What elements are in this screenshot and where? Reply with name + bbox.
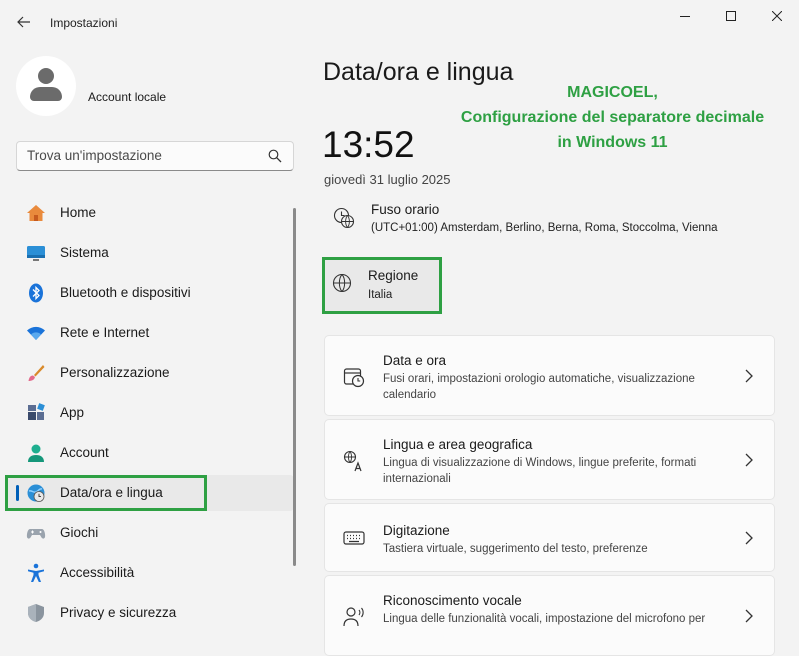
chevron-right-icon <box>745 531 753 545</box>
sidebar-item-label: Home <box>60 205 97 220</box>
chevron-right-icon <box>745 369 753 383</box>
card-description: Tastiera virtuale, suggerimento del test… <box>383 543 648 555</box>
shield-icon <box>28 604 44 622</box>
card-title: Riconoscimento vocale <box>383 593 522 608</box>
close-icon <box>772 11 782 21</box>
sidebar-item-label: Sistema <box>60 245 109 260</box>
avatar-body <box>30 87 62 101</box>
minimize-icon <box>680 16 690 17</box>
back-button[interactable] <box>14 12 34 32</box>
annotation-line-1: MAGICOEL, <box>567 84 658 101</box>
annotation-overlay: MAGICOEL, Configurazione del separatore … <box>440 80 785 155</box>
timezone-value: (UTC+01:00) Amsterdam, Berlino, Berna, R… <box>371 222 718 234</box>
sidebar-item-personalization[interactable]: Personalizzazione <box>6 355 294 391</box>
sidebar-item-label: Bluetooth e dispositivi <box>60 285 191 300</box>
chevron-right-icon <box>745 609 753 623</box>
card-title: Lingua e area geografica <box>383 437 533 452</box>
sidebar-scrollbar[interactable] <box>293 208 296 566</box>
avatar-head <box>38 68 54 84</box>
language-icon <box>343 450 362 472</box>
search-input[interactable] <box>27 148 257 163</box>
card-title: Digitazione <box>383 523 450 538</box>
speech-icon <box>343 607 364 627</box>
timezone-title: Fuso orario <box>371 202 440 217</box>
card-description: Lingua di visualizzazione di Windows, li… <box>383 457 697 485</box>
sidebar-item-apps[interactable]: App <box>6 395 294 431</box>
sidebar-item-bluetooth[interactable]: Bluetooth e dispositivi <box>6 275 294 311</box>
card-typing[interactable]: Digitazione Tastiera virtuale, suggerime… <box>324 503 775 572</box>
sidebar-item-label: Rete e Internet <box>60 325 150 340</box>
card-language-region[interactable]: Lingua e area geografica Lingua di visua… <box>324 419 775 500</box>
timezone-icon <box>333 207 355 229</box>
sidebar-item-label: Giochi <box>60 525 99 540</box>
calendar-clock-icon <box>343 368 365 388</box>
card-date-time[interactable]: Data e ora Fusi orari, impostazioni orol… <box>324 335 775 416</box>
sidebar-item-network[interactable]: Rete e Internet <box>6 315 294 351</box>
sidebar-item-label: Account <box>60 445 109 460</box>
apps-icon <box>28 403 45 420</box>
current-time: 13:52 <box>322 124 415 165</box>
maximize-button[interactable] <box>716 6 746 26</box>
brush-icon <box>28 365 45 381</box>
maximize-icon <box>726 11 736 21</box>
sidebar-item-gaming[interactable]: Giochi <box>6 515 294 551</box>
chevron-right-icon <box>745 453 753 467</box>
current-date: giovedì 31 luglio 2025 <box>324 172 451 187</box>
sidebar-item-label: Accessibilità <box>60 565 135 580</box>
app-title: Impostazioni <box>50 16 118 30</box>
annotation-line-2: Configurazione del separatore decimale <box>460 109 765 126</box>
wifi-icon <box>27 326 45 340</box>
close-button[interactable] <box>762 6 792 26</box>
sidebar-item-label: Privacy e sicurezza <box>60 605 177 620</box>
system-icon <box>27 246 45 261</box>
account-name: Account locale <box>88 90 167 104</box>
annotation-line-3: in Windows 11 <box>557 134 668 151</box>
sidebar-item-system[interactable]: Sistema <box>6 235 294 271</box>
account-icon <box>28 444 44 462</box>
search-icon <box>268 149 282 163</box>
card-description: Lingua delle funzionalità vocali, impost… <box>383 613 706 625</box>
minimize-button[interactable] <box>670 6 700 26</box>
bluetooth-icon <box>29 283 43 303</box>
gamepad-icon <box>26 529 46 539</box>
sidebar-item-accounts[interactable]: Account <box>6 435 294 471</box>
card-title: Data e ora <box>383 353 447 368</box>
card-description: Fusi orari, impostazioni orologio automa… <box>383 373 695 401</box>
card-speech[interactable]: Riconoscimento vocale Lingua delle funzi… <box>324 575 775 656</box>
sidebar-item-privacy[interactable]: Privacy e sicurezza <box>6 595 294 631</box>
search-box[interactable] <box>16 141 294 171</box>
sidebar-item-home[interactable]: Home <box>6 195 294 231</box>
highlight-box-nav <box>5 475 207 511</box>
home-icon <box>27 205 45 221</box>
sidebar-item-label: App <box>60 405 85 420</box>
accessibility-icon <box>28 563 44 582</box>
keyboard-icon <box>343 531 365 545</box>
sidebar-item-accessibility[interactable]: Accessibilità <box>6 555 294 591</box>
back-arrow-icon <box>17 16 30 28</box>
sidebar-item-label: Personalizzazione <box>60 365 170 380</box>
highlight-box-region <box>322 257 442 314</box>
avatar[interactable] <box>16 56 76 116</box>
